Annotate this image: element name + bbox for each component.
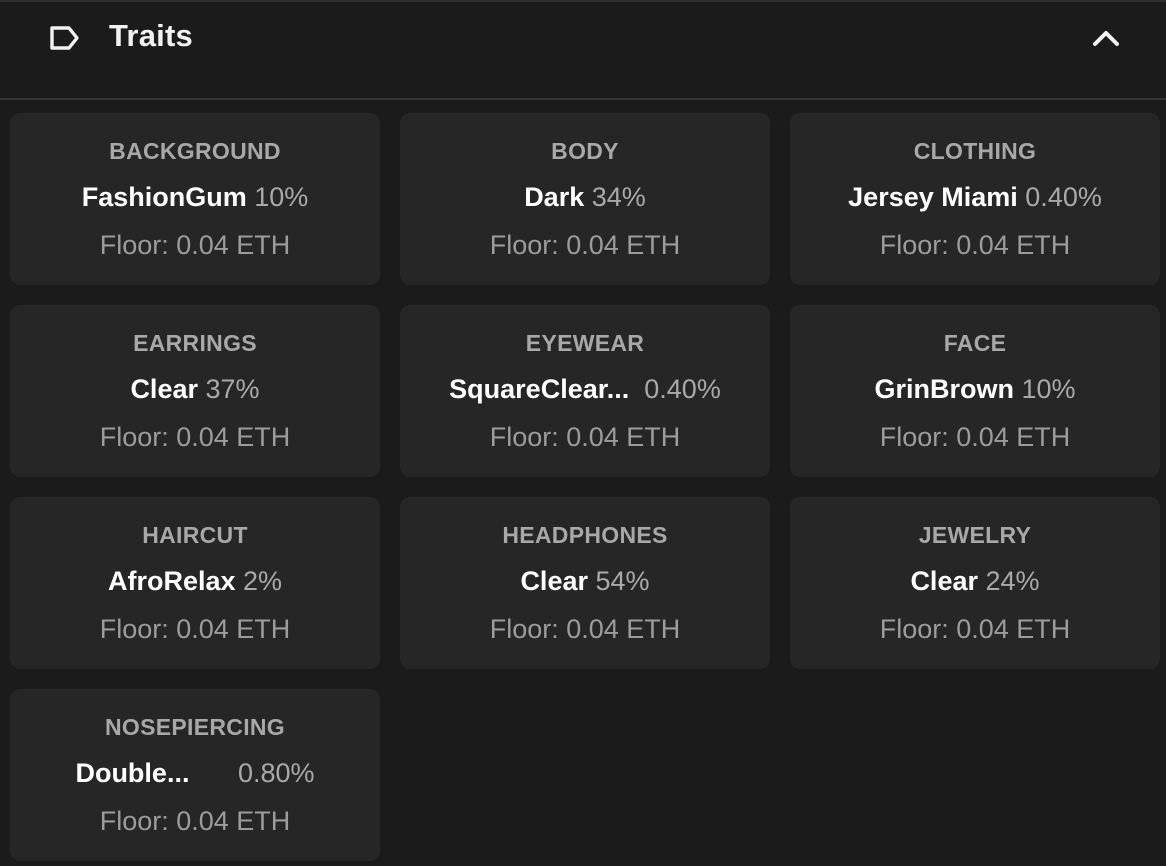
trait-value: AfroRelax — [107, 566, 236, 596]
trait-value: FashionGum — [81, 182, 247, 212]
trait-value-row: GrinBrown 10% — [790, 372, 1160, 406]
trait-type-label: EYEWEAR — [525, 330, 645, 356]
section-title: Traits — [109, 18, 193, 53]
trait-value: SquareClear... — [449, 374, 630, 404]
trait-floor-price: Floor: 0.04 ETH — [99, 614, 291, 644]
trait-card-clothing[interactable]: CLOTHING Jersey Miami 0.40% Floor: 0.04 … — [790, 113, 1160, 285]
trait-rarity: 0.40% — [1025, 182, 1102, 212]
trait-value: Clear — [910, 566, 978, 596]
trait-card-earrings[interactable]: EARRINGS Clear 37% Floor: 0.04 ETH — [10, 305, 380, 477]
trait-floor-price: Floor: 0.04 ETH — [879, 614, 1071, 644]
trait-type-label: CLOTHING — [913, 138, 1037, 164]
trait-type-label: NOSEPIERCING — [105, 714, 285, 740]
trait-value-row: Dark 34% — [400, 180, 770, 214]
trait-card-background[interactable]: BACKGROUND FashionGum 10% Floor: 0.04 ET… — [10, 113, 380, 285]
trait-floor-price: Floor: 0.04 ETH — [879, 230, 1071, 260]
chevron-up-icon[interactable] — [1086, 22, 1126, 54]
traits-grid: BACKGROUND FashionGum 10% Floor: 0.04 ET… — [10, 113, 1160, 861]
trait-value: Double... — [75, 758, 190, 788]
trait-value: Clear — [130, 374, 198, 404]
trait-floor-price: Floor: 0.04 ETH — [489, 422, 681, 452]
trait-rarity: 0.80% — [237, 758, 315, 788]
trait-value: Jersey Miami — [848, 182, 1018, 212]
trait-value-row: Jersey Miami 0.40% — [790, 180, 1160, 214]
traits-header[interactable]: Traits — [0, 2, 1166, 100]
trait-type-label: BACKGROUND — [109, 138, 281, 164]
trait-type-label: HAIRCUT — [142, 522, 248, 548]
trait-card-eyewear[interactable]: EYEWEAR SquareClear... 0.40% Floor: 0.04… — [400, 305, 770, 477]
trait-value-row: Clear 37% — [10, 372, 380, 406]
trait-card-body[interactable]: BODY Dark 34% Floor: 0.04 ETH — [400, 113, 770, 285]
trait-rarity: 10% — [1021, 374, 1076, 404]
trait-value-row: Double... 0.80% — [10, 756, 380, 790]
trait-rarity: 54% — [595, 566, 650, 596]
trait-type-label: FACE — [943, 330, 1007, 356]
trait-value: GrinBrown — [874, 374, 1014, 404]
trait-rarity: 2% — [243, 566, 283, 596]
trait-value-row: AfroRelax 2% — [10, 564, 380, 598]
trait-value-row: SquareClear... 0.40% — [400, 372, 770, 406]
trait-card-headphones[interactable]: HEADPHONES Clear 54% Floor: 0.04 ETH — [400, 497, 770, 669]
trait-type-label: EARRINGS — [133, 330, 257, 356]
trait-rarity: 10% — [254, 182, 309, 212]
trait-type-label: BODY — [551, 138, 619, 164]
trait-value: Clear — [520, 566, 588, 596]
trait-value-row: FashionGum 10% — [10, 180, 380, 214]
trait-card-nosepiercing[interactable]: NOSEPIERCING Double... 0.80% Floor: 0.04… — [10, 689, 380, 861]
trait-card-jewelry[interactable]: JEWELRY Clear 24% Floor: 0.04 ETH — [790, 497, 1160, 669]
trait-floor-price: Floor: 0.04 ETH — [99, 230, 291, 260]
trait-rarity: 37% — [205, 374, 260, 404]
trait-floor-price: Floor: 0.04 ETH — [99, 806, 291, 836]
trait-value-row: Clear 24% — [790, 564, 1160, 598]
trait-value-row: Clear 54% — [400, 564, 770, 598]
trait-floor-price: Floor: 0.04 ETH — [879, 422, 1071, 452]
trait-value: Dark — [524, 182, 585, 212]
tag-icon — [50, 26, 79, 50]
trait-card-haircut[interactable]: HAIRCUT AfroRelax 2% Floor: 0.04 ETH — [10, 497, 380, 669]
trait-card-face[interactable]: FACE GrinBrown 10% Floor: 0.04 ETH — [790, 305, 1160, 477]
trait-type-label: HEADPHONES — [502, 522, 668, 548]
trait-floor-price: Floor: 0.04 ETH — [489, 230, 681, 260]
trait-rarity: 0.40% — [644, 374, 721, 404]
traits-panel: Traits BACKGROUND FashionGum 10% Floor: … — [0, 0, 1166, 866]
trait-type-label: JEWELRY — [918, 522, 1032, 548]
trait-rarity: 34% — [591, 182, 646, 212]
trait-floor-price: Floor: 0.04 ETH — [99, 422, 291, 452]
trait-floor-price: Floor: 0.04 ETH — [489, 614, 681, 644]
trait-rarity: 24% — [985, 566, 1040, 596]
